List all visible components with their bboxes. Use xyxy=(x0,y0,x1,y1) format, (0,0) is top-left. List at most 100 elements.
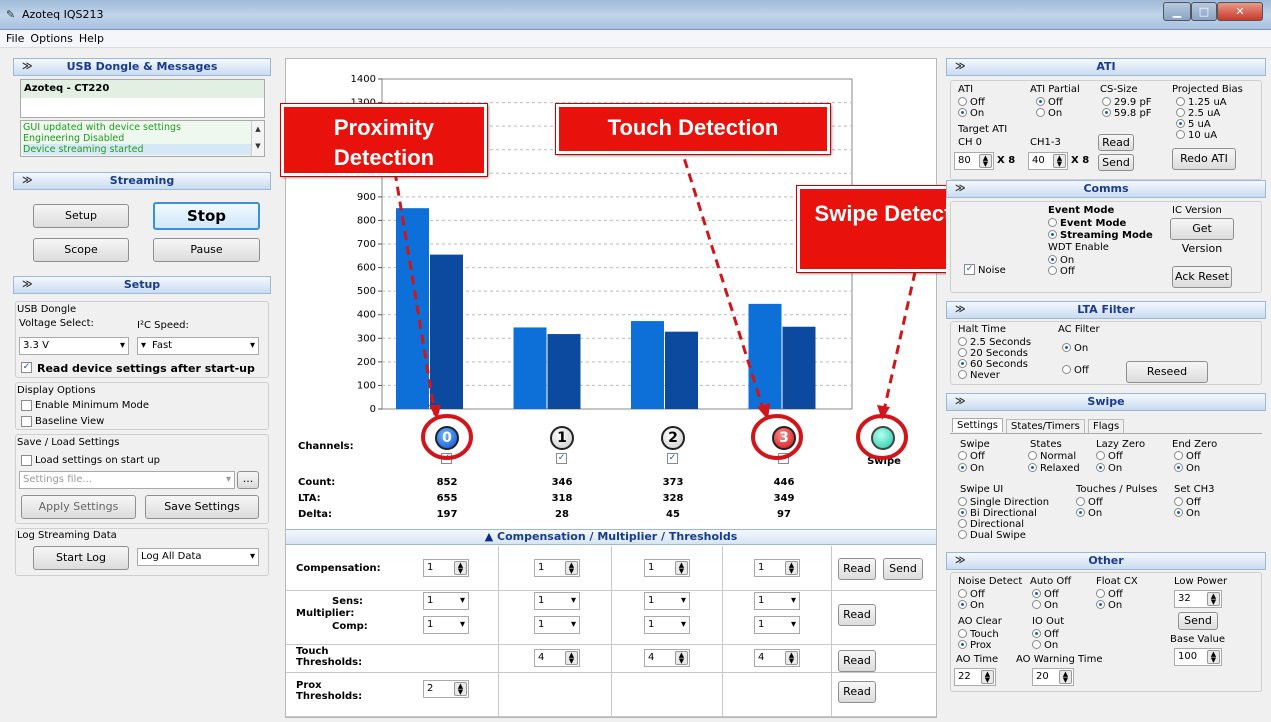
ioout-off-radio[interactable]: Off xyxy=(1032,629,1059,640)
spinner-arrows-icon: ▲ ▼ xyxy=(1059,670,1072,684)
ic-version-label: IC Version xyxy=(1172,205,1222,216)
end-off-radio[interactable]: Off xyxy=(1174,451,1201,462)
radio-label: On xyxy=(1186,508,1201,519)
bi-directional-radio[interactable]: Bi Directional xyxy=(958,508,1037,519)
base-value-label: Base Value xyxy=(1170,634,1225,645)
ati-on-radio[interactable]: On xyxy=(958,108,984,119)
event-mode-radio[interactable]: Event Mode xyxy=(1048,218,1126,229)
noise-checkbox[interactable]: ✓ xyxy=(964,264,975,275)
lazy-on-radio[interactable]: On xyxy=(1096,463,1122,474)
ack-reset-button[interactable]: Ack Reset xyxy=(1172,266,1232,288)
ati-read-button[interactable]: Read xyxy=(1098,134,1134,151)
noise-on-radio[interactable]: On xyxy=(958,600,984,611)
touches-pulses-label: Touches / Pulses xyxy=(1076,484,1158,495)
float-cx-label: Float CX xyxy=(1096,576,1138,587)
tab-settings[interactable]: Settings xyxy=(952,418,1004,432)
float-on-radio[interactable]: On xyxy=(1096,600,1122,611)
normal-radio[interactable]: Normal xyxy=(1028,451,1076,462)
wdt-on-radio[interactable]: On xyxy=(1048,255,1074,266)
dual-swipe-radio[interactable]: Dual Swipe xyxy=(958,530,1026,541)
tp-on-radio[interactable]: On xyxy=(1076,508,1102,519)
spinner-value: 32 xyxy=(1178,593,1191,604)
cs2-radio[interactable]: 59.8 pF xyxy=(1102,108,1152,119)
radio-label: On xyxy=(1044,640,1059,651)
halt4-radio[interactable]: Never xyxy=(958,370,1000,381)
ioout-on-radio[interactable]: On xyxy=(1032,640,1058,651)
noise-off-radio[interactable]: Off xyxy=(958,589,985,600)
bias3-radio[interactable]: 5 uA xyxy=(1176,119,1211,130)
ati-send-button[interactable]: Send xyxy=(1098,154,1134,171)
get-version-button[interactable]: Get Version xyxy=(1170,218,1234,255)
autooff-on-radio[interactable]: On xyxy=(1032,600,1058,611)
autooff-off-radio[interactable]: Off xyxy=(1032,589,1059,600)
halt2-radio[interactable]: 20 Seconds xyxy=(958,348,1028,359)
reseed-button[interactable]: Reseed xyxy=(1126,361,1208,383)
wdt-off-radio[interactable]: Off xyxy=(1048,266,1075,277)
swipe-ui-label: Swipe UI xyxy=(960,484,1004,495)
ati-partial-label: ATI Partial xyxy=(1030,84,1080,95)
spinner-value: 80 xyxy=(958,155,971,166)
bias2-radio[interactable]: 2.5 uA xyxy=(1176,108,1220,119)
aoclear-prox-radio[interactable]: Prox xyxy=(958,640,991,651)
comms-header[interactable]: ≫ Comms xyxy=(946,180,1266,198)
ac-off-radio[interactable]: Off xyxy=(1062,365,1089,376)
radio-label: Off xyxy=(1088,497,1103,508)
collapse-icon: ≫ xyxy=(955,555,966,566)
radio-label: Off xyxy=(970,589,985,600)
ac-on-radio[interactable]: On xyxy=(1062,343,1088,354)
ao-warning-spinner[interactable]: 20 ▲ ▼ xyxy=(1032,668,1074,686)
end-on-radio[interactable]: On xyxy=(1174,463,1200,474)
radio-label: On xyxy=(1186,463,1201,474)
swipe-header[interactable]: ≫ Swipe xyxy=(946,393,1266,411)
ati-header[interactable]: ≫ ATI xyxy=(946,58,1266,76)
swipe-off-radio[interactable]: Off xyxy=(958,451,985,462)
ch3-off-radio[interactable]: Off xyxy=(1174,497,1201,508)
lta-filter-header[interactable]: ≫ LTA Filter xyxy=(946,301,1266,319)
spinner-arrows-icon: ▲ ▼ xyxy=(1207,650,1220,664)
spinner-arrows-icon: ▲ ▼ xyxy=(979,154,992,168)
cs1-radio[interactable]: 29.9 pF xyxy=(1102,97,1152,108)
bias1-radio[interactable]: 1.25 uA xyxy=(1176,97,1227,108)
low-power-send-button[interactable]: Send xyxy=(1178,612,1218,630)
swipe-label: Swipe xyxy=(960,439,990,450)
target-ch13-spinner[interactable]: 40 ▲ ▼ xyxy=(1028,152,1068,170)
halt3-radio[interactable]: 60 Seconds xyxy=(958,359,1028,370)
projected-bias-label: Projected Bias xyxy=(1172,84,1243,95)
tab-flags[interactable]: Flags xyxy=(1088,419,1125,433)
lazy-off-radio[interactable]: Off xyxy=(1096,451,1123,462)
collapse-icon: ≫ xyxy=(955,304,966,315)
radio-label: 5 uA xyxy=(1188,119,1211,130)
directional-radio[interactable]: Directional xyxy=(958,519,1024,530)
partial-on-radio[interactable]: On xyxy=(1036,108,1062,119)
swipe-on-radio[interactable]: On xyxy=(958,463,984,474)
radio-label: On xyxy=(1044,600,1059,611)
partial-off-radio[interactable]: Off xyxy=(1036,97,1063,108)
single-direction-radio[interactable]: Single Direction xyxy=(958,497,1049,508)
radio-label: Off xyxy=(970,97,985,108)
target-ch0-spinner[interactable]: 80 ▲ ▼ xyxy=(954,152,994,170)
redo-ati-button[interactable]: Redo ATI xyxy=(1172,148,1236,170)
tp-off-radio[interactable]: Off xyxy=(1076,497,1103,508)
float-off-radio[interactable]: Off xyxy=(1096,589,1123,600)
other-header[interactable]: ≫ Other xyxy=(946,552,1266,570)
radio-label: 1.25 uA xyxy=(1188,97,1227,108)
radio-label: 59.8 pF xyxy=(1114,108,1152,119)
swipe-header-label: Swipe xyxy=(1087,395,1125,408)
ao-time-spinner[interactable]: 22 ▲ ▼ xyxy=(954,668,996,686)
ati-label: ATI xyxy=(958,84,974,95)
radio-label: Event Mode xyxy=(1060,218,1127,229)
streaming-mode-radio[interactable]: Streaming Mode xyxy=(1048,230,1153,241)
low-power-spinner[interactable]: 32 ▲ ▼ xyxy=(1174,590,1222,608)
halt1-radio[interactable]: 2.5 Seconds xyxy=(958,337,1031,348)
radio-label: Off xyxy=(970,451,985,462)
ati-off-radio[interactable]: Off xyxy=(958,97,985,108)
relaxed-radio[interactable]: Relaxed xyxy=(1028,463,1080,474)
base-value-spinner[interactable]: 100 ▲ ▼ xyxy=(1174,648,1222,666)
radio-label: Directional xyxy=(970,519,1025,530)
ch3-on-radio[interactable]: On xyxy=(1174,508,1200,519)
bias4-radio[interactable]: 10 uA xyxy=(1176,130,1217,141)
radio-label: Off xyxy=(1074,365,1089,376)
wdt-enable-label: WDT Enable xyxy=(1048,242,1109,253)
aoclear-touch-radio[interactable]: Touch xyxy=(958,629,999,640)
tab-states-timers[interactable]: States/Timers xyxy=(1006,419,1085,433)
